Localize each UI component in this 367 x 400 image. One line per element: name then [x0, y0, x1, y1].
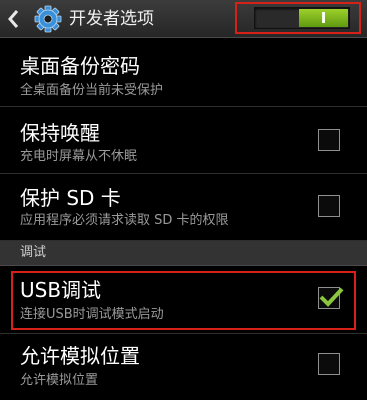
toggle-thumb[interactable]: I — [299, 9, 348, 27]
item-summary: 应用程序必须请求读取 SD 卡的权限 — [20, 213, 229, 228]
item-summary: 允许模拟位置 — [20, 373, 99, 388]
protect-sd-card-checkbox[interactable] — [318, 195, 340, 217]
item-summary: 充电时屏幕从不休眠 — [20, 149, 138, 164]
list-item-allow-mock-locations[interactable]: 允许模拟位置 允许模拟位置 — [0, 334, 367, 400]
item-summary: 全桌面备份当前未受保护 — [20, 83, 164, 98]
developer-options-toggle[interactable]: I — [254, 7, 350, 29]
list-item-protect-sd-card[interactable]: 保护 SD 卡 应用程序必须请求读取 SD 卡的权限 — [0, 174, 367, 241]
section-header-debugging: 调试 — [0, 241, 367, 266]
action-bar: 开发者选项 I — [0, 0, 367, 38]
gear-icon — [34, 5, 62, 33]
section-label: 调试 — [20, 245, 47, 260]
list-item-desktop-backup-password[interactable]: 桌面备份密码 全桌面备份当前未受保护 — [0, 39, 367, 107]
back-icon[interactable] — [6, 7, 20, 31]
page-title: 开发者选项 — [69, 9, 154, 29]
stay-awake-checkbox[interactable] — [318, 129, 340, 151]
allow-mock-locations-checkbox[interactable] — [318, 353, 340, 375]
usb-debugging-highlight — [11, 271, 356, 330]
item-title: 桌面备份密码 — [20, 54, 140, 78]
item-title: 允许模拟位置 — [20, 344, 140, 368]
item-title: 保持唤醒 — [20, 121, 100, 145]
toggle-state-label: I — [320, 9, 327, 27]
item-title: 保护 SD 卡 — [20, 186, 121, 210]
list-item-stay-awake[interactable]: 保持唤醒 充电时屏幕从不休眠 — [0, 107, 367, 174]
